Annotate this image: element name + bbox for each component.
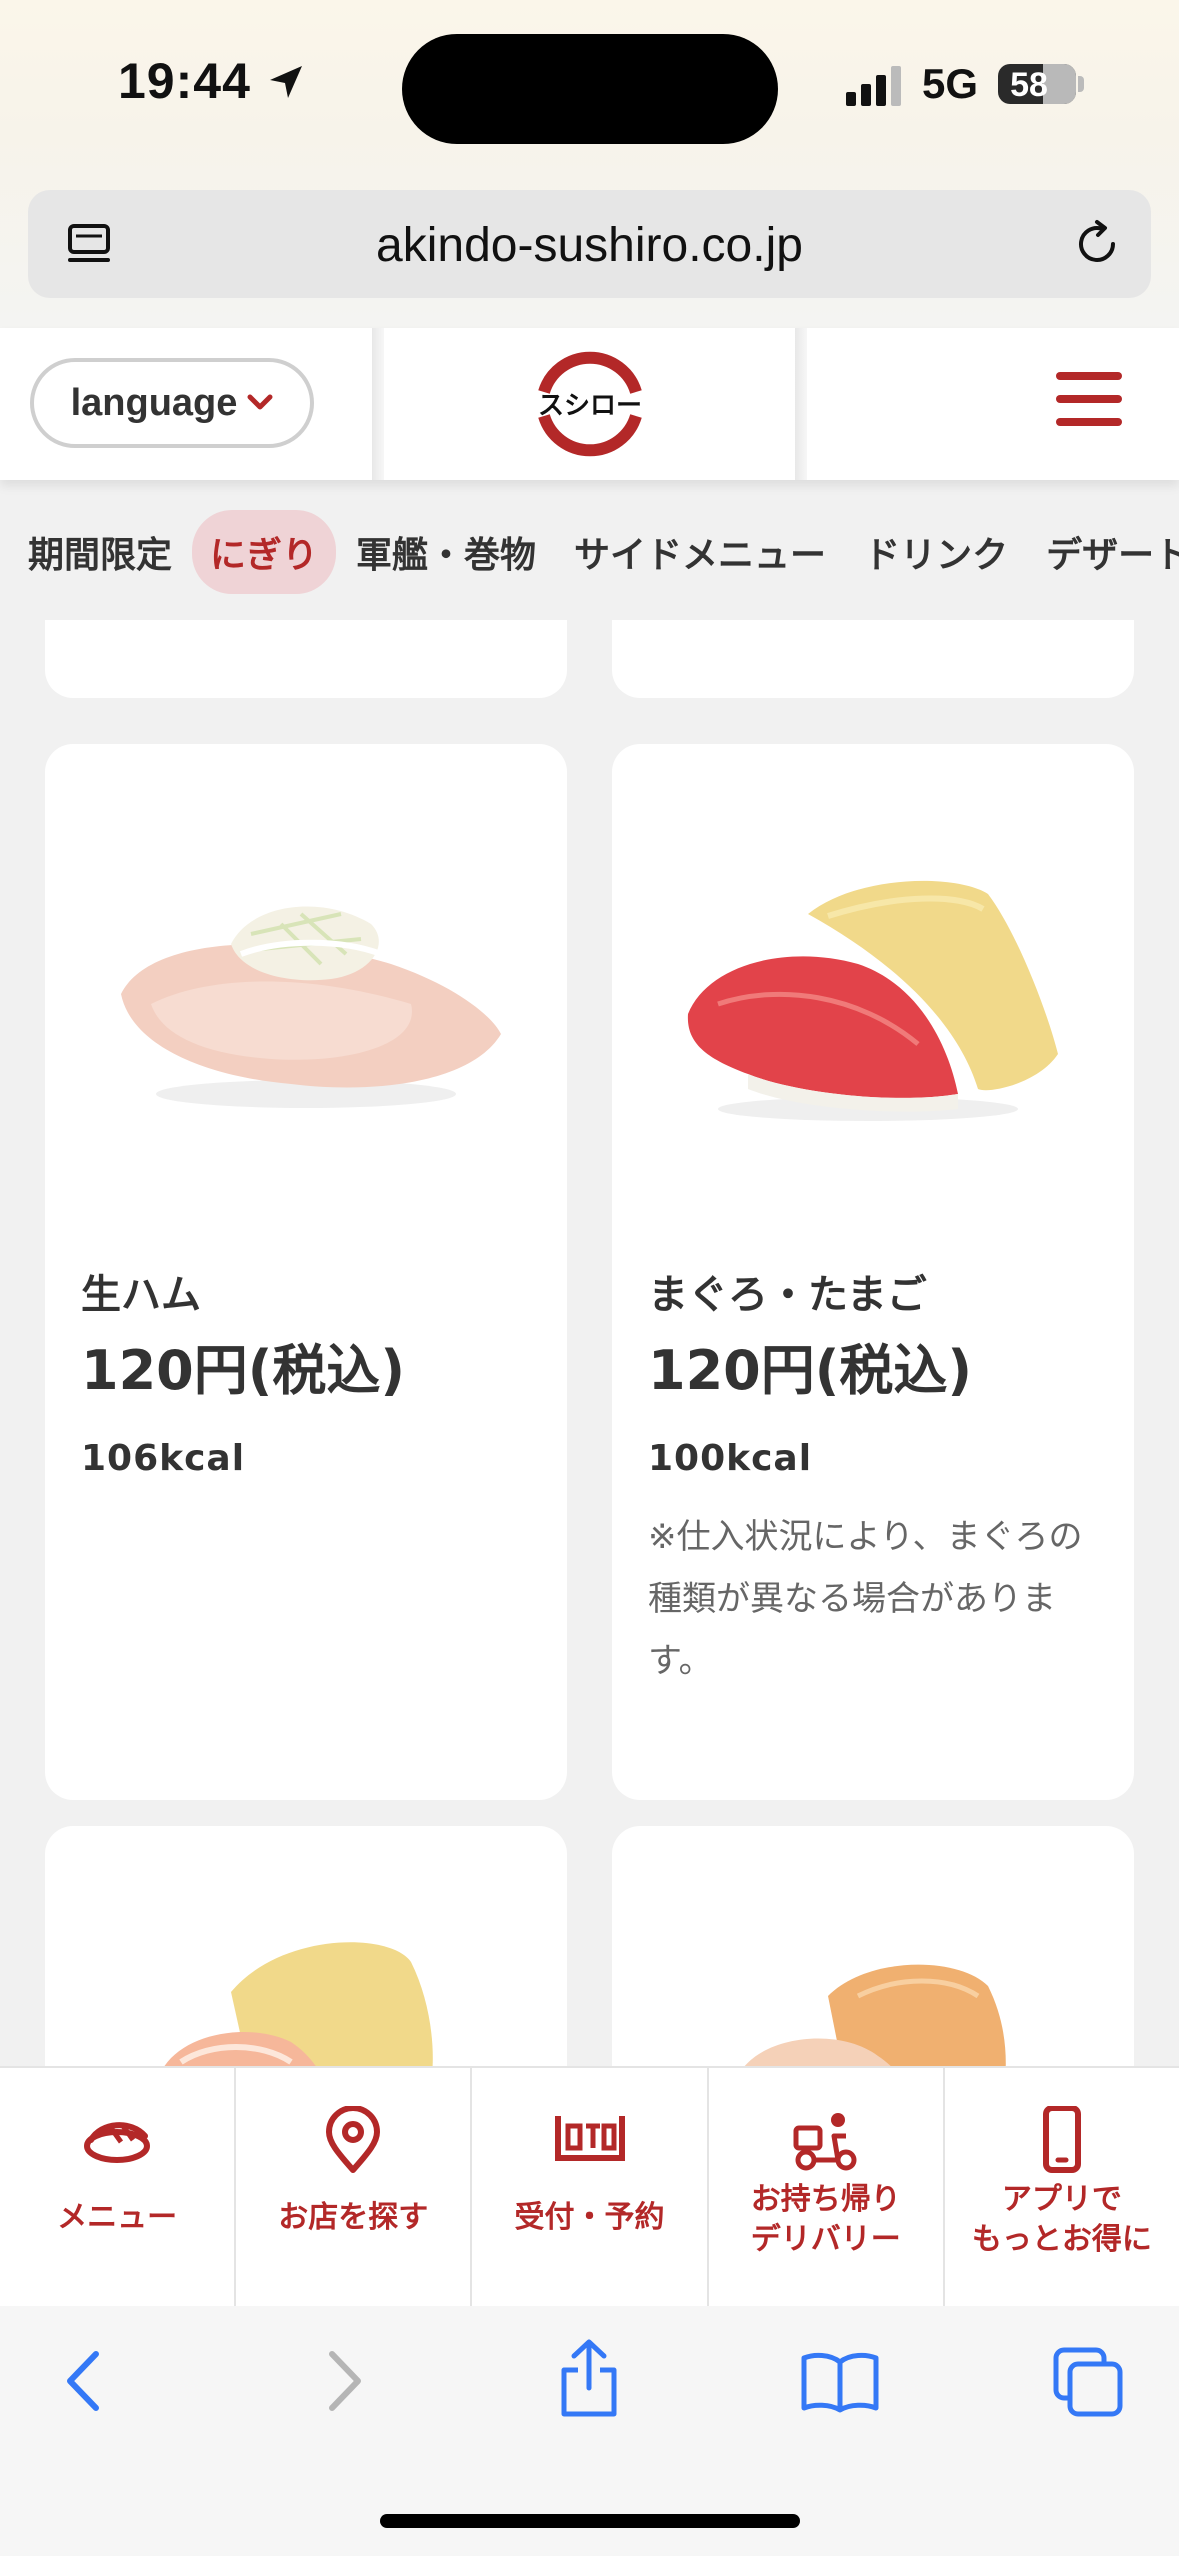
nav-reception[interactable]: 受付・予約 [472, 2068, 709, 2306]
battery-icon: 58 [998, 64, 1076, 104]
hamburger-menu-icon[interactable] [1056, 372, 1122, 432]
product-note: ※仕入状況により、まぐろの種類が異なる場合があります。 [648, 1517, 1083, 1681]
product-card-partial[interactable] [612, 620, 1134, 698]
site-header: language スシロー [0, 328, 1179, 480]
language-button[interactable]: language [30, 358, 314, 448]
product-card-partial[interactable] [45, 1826, 567, 2066]
reception-icon [554, 2116, 625, 2161]
cellular-signal-icon [846, 66, 901, 106]
nav-label: お持ち帰り デリバリー [750, 2182, 901, 2257]
forward-icon[interactable] [318, 2346, 368, 2416]
nav-find-store[interactable]: お店を探す [236, 2068, 473, 2306]
product-card[interactable]: まぐろ・たまご 120円(税込) 100kcal ※仕入状況により、まぐろの種類… [612, 744, 1134, 1800]
category-tab[interactable]: にぎり [192, 510, 337, 594]
product-card[interactable]: 生ハム 120円(税込) 106kcal [45, 744, 567, 1800]
nama-ham-nigiri-image [121, 906, 501, 1108]
home-indicator [380, 2514, 800, 2528]
bookmarks-icon[interactable] [800, 2350, 880, 2414]
product-grid: 生ハム 120円(税込) 106kcal まぐろ・たまご 120円(税込) 10… [0, 620, 1179, 2066]
share-icon[interactable] [556, 2336, 622, 2420]
site-bottom-nav: メニュー お店を探す 受付・予約 お持ち帰り デリバリー アプリで もっとお得に [0, 2066, 1179, 2306]
tabs-icon[interactable] [1052, 2346, 1124, 2418]
address-bar[interactable]: akindo-sushiro.co.jp [28, 190, 1151, 298]
product-name: まぐろ・たまご [648, 1272, 927, 1318]
category-tab[interactable]: ドリンク [846, 510, 1026, 594]
shrimp-tamago-nigiri-image [164, 1942, 433, 2066]
product-card-partial[interactable] [612, 1826, 1134, 2066]
category-tab[interactable]: 軍艦・巻物 [338, 510, 554, 594]
nav-label: 受付・予約 [514, 2200, 665, 2235]
language-label: language [70, 381, 238, 424]
logo-text: スシロー [538, 391, 642, 421]
tuna-tamago-nigiri-image [687, 880, 1058, 1121]
nav-label: メニュー [57, 2200, 178, 2235]
status-time: 19:44 [118, 53, 251, 109]
delivery-scooter-icon [793, 2113, 857, 2171]
salmon-shrimp-nigiri-image [744, 1964, 1006, 2066]
product-card-partial[interactable] [45, 620, 567, 698]
category-tab[interactable]: サイドメニュー [556, 510, 844, 594]
location-arrow-icon [270, 66, 302, 98]
header-divider [372, 328, 384, 480]
dynamic-island [402, 34, 778, 144]
reload-icon[interactable] [1071, 218, 1123, 270]
battery-tip [1078, 76, 1084, 92]
header-divider [795, 328, 807, 480]
nav-label: アプリで もっとお得に [971, 2182, 1152, 2257]
url-text[interactable]: akindo-sushiro.co.jp [28, 218, 1151, 273]
product-price: 120円(税込) [81, 1339, 406, 1402]
smartphone-icon [1042, 2106, 1081, 2173]
map-pin-icon [326, 2106, 381, 2173]
category-tabs: 期間限定 にぎり 軍艦・巻物 サイドメニュー ドリンク デザート [0, 500, 1179, 604]
network-type: 5G [922, 60, 979, 107]
back-icon[interactable] [60, 2346, 110, 2416]
product-price: 120円(税込) [648, 1339, 973, 1402]
browser-top-chrome: 19:44 5G 58 akindo-sushiro.co.jp [0, 0, 1179, 328]
sushiro-logo[interactable]: スシロー [530, 348, 650, 460]
nav-label: お店を探す [278, 2200, 429, 2235]
sushi-icon [84, 2122, 151, 2163]
nav-menu[interactable]: メニュー [0, 2068, 237, 2306]
category-tab[interactable]: 期間限定 [10, 510, 190, 594]
nav-app[interactable]: アプリで もっとお得に [945, 2068, 1179, 2306]
product-name: 生ハム [81, 1272, 201, 1318]
product-kcal: 106kcal [81, 1438, 246, 1479]
nav-takeout-delivery[interactable]: お持ち帰り デリバリー [709, 2068, 945, 2306]
battery-level: 58 [1010, 66, 1048, 104]
category-tab[interactable]: デザート [1028, 510, 1179, 594]
product-kcal: 100kcal [648, 1438, 813, 1479]
chevron-down-icon [247, 394, 273, 410]
